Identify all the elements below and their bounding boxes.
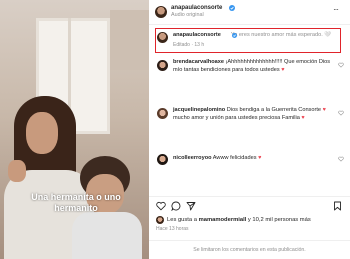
- like-icon[interactable]: [156, 201, 166, 211]
- share-icon[interactable]: [186, 201, 196, 211]
- comment-text: mucho amor y unión para ustedes preciosa…: [173, 114, 300, 121]
- comment-text: Dios bendiga a la Guerrerita Consorte: [226, 107, 321, 113]
- comment-username[interactable]: nicolleerroyoo: [173, 155, 212, 161]
- comment-icon[interactable]: [171, 201, 181, 211]
- liker-avatar[interactable]: [156, 216, 164, 224]
- comment-1: anapaulaconsorte Ya eres nuestro amor má…: [173, 32, 331, 40]
- verified-badge-icon: [229, 5, 235, 11]
- shelf-background: [110, 10, 149, 70]
- heart-emoji-icon: ♥: [301, 114, 305, 121]
- video-caption: Una hermanita o uno hermanito: [31, 192, 121, 213]
- video-frame[interactable]: Una hermanita o uno hermanito: [0, 0, 149, 259]
- likes-suffix: y 10,2 mil personas más: [247, 217, 311, 223]
- likes-prefix: Les gusta a: [167, 217, 197, 223]
- comment-avatar[interactable]: [157, 60, 168, 71]
- comment-text: ¡Ahhhhhhhhhhhhhh!!!!! Que emoción Dios: [225, 59, 331, 65]
- author-avatar[interactable]: [155, 6, 167, 18]
- footer-divider: [149, 240, 350, 241]
- woman-hand: [8, 160, 26, 182]
- heart-emoji-icon: ♥: [322, 107, 326, 113]
- likes-summary: Les gusta a mamamodermiall y 10,2 mil pe…: [167, 216, 311, 224]
- comment-text: Awww felicidades: [212, 155, 257, 161]
- comment-3: jacquelinepalomino Dios bendiga a la Gue…: [173, 107, 335, 122]
- comment-meta: Editado · 13 h: [173, 42, 205, 48]
- heart-emoji-icon: ♥: [281, 66, 285, 73]
- header-divider: [149, 24, 350, 25]
- woman-face: [26, 112, 58, 154]
- bookmark-icon[interactable]: [333, 201, 342, 211]
- actions-divider: [149, 196, 350, 197]
- comment-username[interactable]: jacquelinepalomino: [173, 107, 225, 113]
- comment-avatar[interactable]: [157, 154, 168, 165]
- comment-username[interactable]: brendacarvalhoaxe: [173, 59, 224, 65]
- comment-username[interactable]: anapaulaconsorte: [173, 32, 221, 38]
- heart-emoji-icon: ♥: [258, 155, 262, 161]
- comment-text: mío tantas bendiciones para todos ustede…: [173, 66, 280, 73]
- like-comment-icon[interactable]: [338, 62, 344, 68]
- comment-2: brendacarvalhoaxe ¡Ahhhhhhhhhhhhhh!!!!! …: [173, 59, 333, 74]
- comment-text: Ya eres nuestro amor más esperado. 🤍: [230, 32, 332, 38]
- comments-limited-note: Se limitaron los comentarios en esta pub…: [193, 247, 306, 253]
- comment-4: nicolleerroyoo Awww felicidades ♥: [173, 155, 261, 163]
- liked-by-user[interactable]: mamamodermiall: [199, 217, 247, 223]
- verified-badge-icon: [232, 33, 237, 38]
- child-shirt: [72, 212, 142, 259]
- comment-avatar[interactable]: [157, 32, 168, 43]
- ellipsis-icon[interactable]: ···: [333, 5, 339, 14]
- post-details-panel: anapaulaconsorte Audio original ··· anap…: [149, 0, 350, 259]
- comment-avatar[interactable]: [157, 108, 168, 119]
- like-comment-icon[interactable]: [338, 110, 344, 116]
- post-timestamp[interactable]: Hace 13 horas: [156, 225, 189, 233]
- like-comment-icon[interactable]: [338, 156, 344, 162]
- audio-label[interactable]: Audio original: [171, 11, 204, 19]
